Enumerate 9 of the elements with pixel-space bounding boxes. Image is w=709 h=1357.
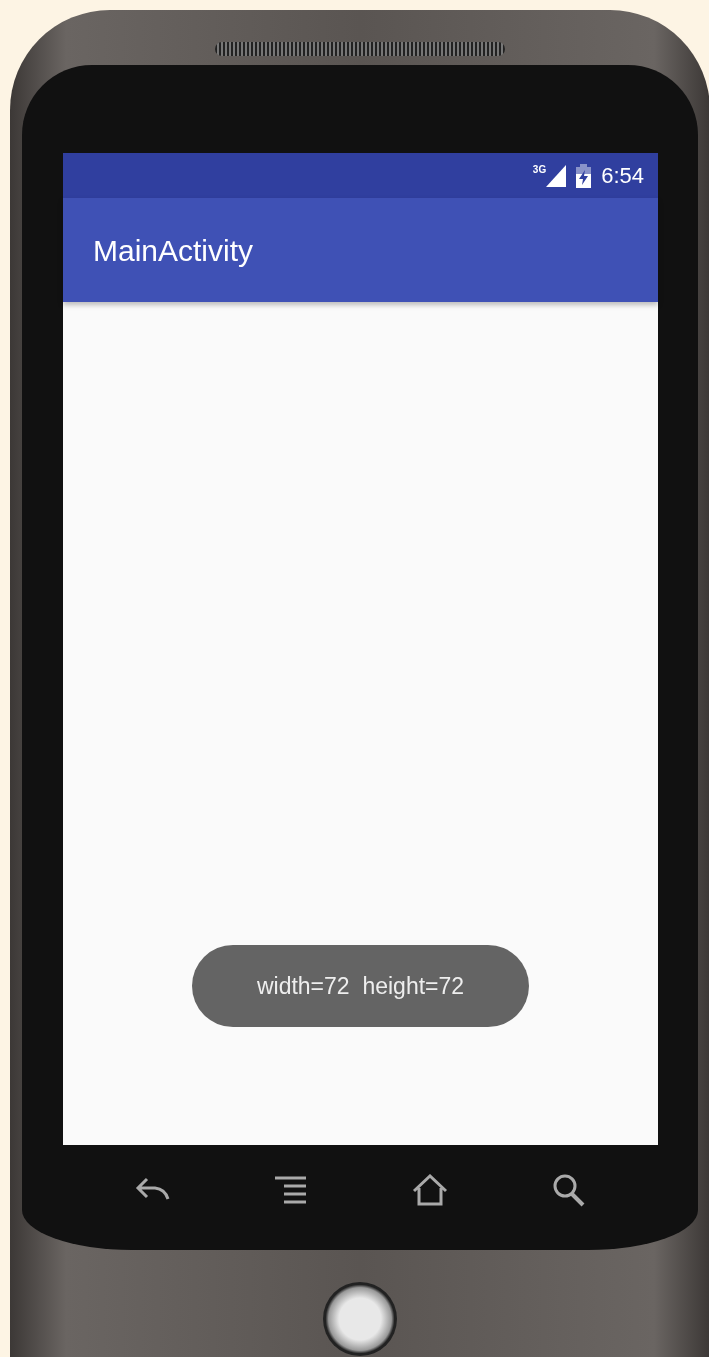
home-icon[interactable] [411, 1174, 448, 1206]
app-title: MainActivity [93, 232, 254, 269]
search-icon[interactable] [551, 1173, 586, 1207]
clock-time: 6:54 [601, 162, 644, 190]
signal-icon [546, 164, 567, 187]
menu-icon[interactable] [275, 1176, 308, 1204]
toast-message: width=72 height=72 [192, 945, 529, 1027]
battery-icon [576, 163, 592, 188]
network-type: 3G [532, 164, 547, 175]
